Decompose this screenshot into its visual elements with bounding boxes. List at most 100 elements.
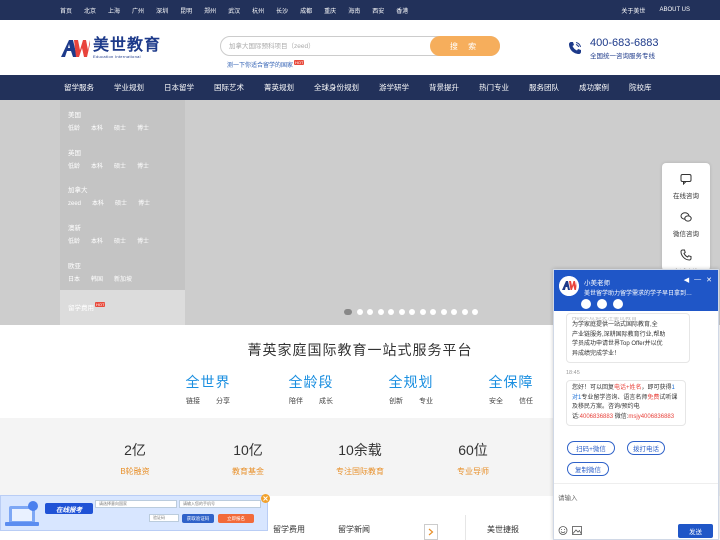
nav-item[interactable]: 热门专业: [479, 82, 509, 93]
category-sub-link[interactable]: 低龄: [68, 239, 80, 245]
carousel-dot[interactable]: [472, 309, 478, 315]
category-sub-link[interactable]: 低龄: [68, 164, 80, 170]
country-select[interactable]: 请选择意向国家: [95, 500, 177, 508]
city-link[interactable]: 长沙: [276, 6, 288, 15]
carousel-dot[interactable]: [430, 309, 436, 315]
copy-wechat-button[interactable]: 复制微信: [567, 462, 609, 476]
carousel-dot[interactable]: [440, 309, 447, 315]
sound-icon[interactable]: ◀: [684, 276, 689, 284]
category-title[interactable]: 欧亚: [68, 260, 143, 270]
city-link[interactable]: 杭州: [252, 6, 264, 15]
carousel-dot[interactable]: [388, 309, 394, 315]
chat-input[interactable]: 请输入: [558, 492, 578, 502]
send-button[interactable]: 发送: [678, 524, 713, 538]
city-link[interactable]: 上海: [108, 6, 120, 15]
city-link[interactable]: 郑州: [204, 6, 216, 15]
country-match-link[interactable]: 测一下你适合留学的国家HOT: [227, 60, 305, 69]
search-button[interactable]: 搜 索: [430, 36, 500, 56]
city-link[interactable]: 广州: [132, 6, 144, 15]
nav-item[interactable]: 菁英规划: [264, 82, 294, 93]
city-link[interactable]: 首页: [60, 6, 72, 15]
video-icon[interactable]: [581, 299, 591, 309]
scan-wechat-button[interactable]: 扫码+微信: [567, 441, 615, 455]
carousel-dot[interactable]: [398, 309, 405, 315]
category-sub-link[interactable]: 新加坡: [114, 277, 132, 283]
city-link[interactable]: 香港: [396, 6, 408, 15]
nav-item[interactable]: 国际艺术: [214, 82, 244, 93]
nav-item[interactable]: 日本留学: [164, 82, 194, 93]
category-sub-link[interactable]: 本科: [91, 164, 103, 170]
category-sub-link[interactable]: 韩国: [91, 277, 103, 283]
category-title[interactable]: 美国: [68, 109, 160, 119]
city-link[interactable]: 北京: [84, 6, 96, 15]
tab-news[interactable]: 留学新闻: [338, 524, 370, 535]
about-link[interactable]: 关于美世: [621, 6, 645, 15]
nav-item[interactable]: 留学服务: [64, 82, 94, 93]
category-sub-link[interactable]: 博士: [137, 164, 149, 170]
category-sub-link[interactable]: 本科: [91, 126, 103, 132]
category-highlight[interactable]: 留学费用HOT: [60, 290, 185, 325]
minimize-icon[interactable]: —: [694, 276, 701, 284]
carousel-dot[interactable]: [344, 309, 352, 315]
close-icon[interactable]: ✕: [706, 276, 712, 284]
carousel-dot[interactable]: [367, 309, 373, 315]
nav-item[interactable]: 游学研学: [379, 82, 409, 93]
carousel-dot[interactable]: [356, 309, 363, 315]
nav-item[interactable]: 全球身份规划: [314, 82, 359, 93]
voice-icon[interactable]: [597, 299, 607, 309]
city-link[interactable]: 昆明: [180, 6, 192, 15]
signup-button[interactable]: 立即报名: [218, 514, 254, 523]
nav-item[interactable]: 院校库: [629, 82, 652, 93]
category-sub-link[interactable]: 日本: [68, 277, 80, 283]
category-sub-link[interactable]: 博士: [138, 201, 150, 207]
category-title[interactable]: 澳新: [68, 222, 160, 232]
carousel-dot[interactable]: [419, 309, 426, 315]
city-link[interactable]: 成都: [300, 6, 312, 15]
nav-item[interactable]: 服务团队: [529, 82, 559, 93]
image-icon[interactable]: [572, 526, 582, 535]
nav-item[interactable]: 学业规划: [114, 82, 144, 93]
city-link[interactable]: 海南: [348, 6, 360, 15]
carousel-dot[interactable]: [377, 309, 384, 315]
category-sub-link[interactable]: 博士: [137, 239, 149, 245]
search-input[interactable]: [229, 40, 424, 53]
phone-icon[interactable]: [613, 299, 623, 309]
category-title[interactable]: 加拿大: [68, 184, 161, 194]
carousel-dot[interactable]: [451, 309, 457, 315]
category-sub-link[interactable]: zeed: [68, 201, 81, 207]
category-sub-link[interactable]: 硕士: [114, 239, 126, 245]
category-sub-link[interactable]: 硕士: [114, 164, 126, 170]
msg-phone[interactable]: 4006836883: [580, 414, 613, 420]
city-link[interactable]: 重庆: [324, 6, 336, 15]
about-en-link[interactable]: ABOUT US: [659, 7, 690, 13]
city-link[interactable]: 西安: [372, 6, 384, 15]
city-link[interactable]: 武汉: [228, 6, 240, 15]
carousel-dot[interactable]: [409, 309, 415, 315]
category-sub-link[interactable]: 博士: [137, 126, 149, 132]
nav-item[interactable]: 成功案例: [579, 82, 609, 93]
city-link[interactable]: 深圳: [156, 6, 168, 15]
category-sub-link[interactable]: 本科: [91, 239, 103, 245]
category-sub-link[interactable]: 本科: [92, 201, 104, 207]
category-sub-link[interactable]: 低龄: [68, 126, 80, 132]
get-code-button[interactable]: 获取验证码: [182, 514, 214, 523]
next-button[interactable]: [424, 524, 438, 540]
msg-wechat[interactable]: msjy4006836883: [628, 414, 674, 420]
wechat-consult-tool[interactable]: 微信咨询: [662, 211, 710, 238]
call-button[interactable]: 拨打电话: [627, 441, 665, 455]
category-sub-link[interactable]: 硕士: [115, 201, 127, 207]
logo-en: Education International: [93, 53, 141, 59]
tab-fees[interactable]: 留学费用: [273, 524, 305, 535]
phone-field[interactable]: 请输入您的手机号: [179, 500, 261, 508]
chat-input-area[interactable]: 请输入 发送: [554, 483, 718, 539]
nav-item[interactable]: 背景提升: [429, 82, 459, 93]
category-title[interactable]: 英国: [68, 147, 160, 157]
logo[interactable]: 美世教育 Education International: [60, 37, 161, 59]
code-field[interactable]: 验证码: [149, 514, 179, 522]
tab-success[interactable]: 美世捷报: [487, 524, 519, 535]
promo-close-button[interactable]: [261, 494, 270, 503]
emoji-icon[interactable]: [558, 526, 568, 535]
online-consult-tool[interactable]: 在线咨询: [662, 173, 710, 200]
category-sub-link[interactable]: 硕士: [114, 126, 126, 132]
carousel-dot[interactable]: [461, 309, 468, 315]
